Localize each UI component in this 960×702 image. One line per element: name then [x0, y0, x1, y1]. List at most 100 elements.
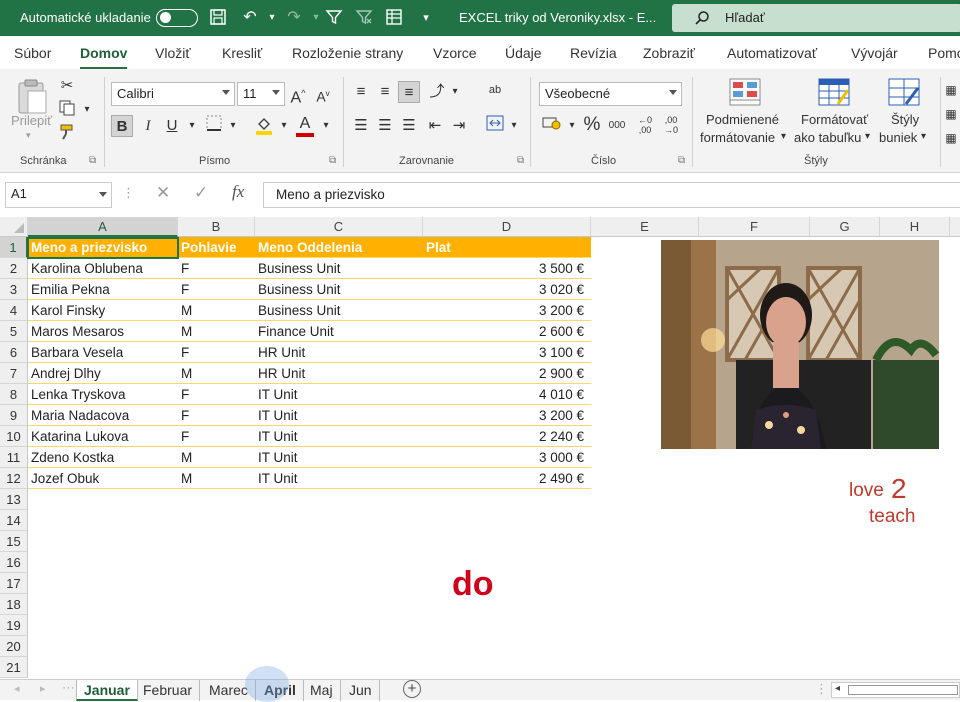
- table-cell[interactable]: Lenka Tryskova: [28, 384, 178, 405]
- row-header[interactable]: 9: [0, 405, 28, 426]
- format-as-table-label-2[interactable]: ako tabuľku: [794, 130, 861, 145]
- sheet-tab-februar[interactable]: Februar: [136, 680, 201, 701]
- table-cell[interactable]: IT Unit: [255, 468, 423, 489]
- row-header[interactable]: 7: [0, 363, 28, 384]
- align-middle-icon[interactable]: ≡: [374, 81, 396, 103]
- sheet-tab-jun[interactable]: Jun: [342, 680, 380, 701]
- table-cell[interactable]: F: [178, 279, 255, 300]
- col-header-d[interactable]: D: [423, 217, 591, 237]
- table-cell[interactable]: HR Unit: [255, 363, 423, 384]
- table-cell[interactable]: Maros Mesaros: [28, 321, 178, 342]
- row-header[interactable]: 4: [0, 300, 28, 321]
- tab-kreslit[interactable]: Kresliť: [222, 45, 262, 61]
- row-header[interactable]: 16: [0, 552, 28, 573]
- col-header-i[interactable]: [950, 217, 960, 237]
- format-as-table-icon[interactable]: [818, 78, 850, 109]
- number-format-select[interactable]: Všeobecné: [539, 82, 682, 106]
- col-header-b[interactable]: B: [178, 217, 255, 237]
- table-cell[interactable]: 3 000 €: [423, 447, 591, 468]
- cell-styles-icon[interactable]: [888, 78, 920, 109]
- formula-input[interactable]: Meno a priezvisko: [263, 182, 960, 208]
- fill-color-icon[interactable]: [253, 115, 275, 137]
- table-cell[interactable]: 3 200 €: [423, 300, 591, 321]
- tab-udaje[interactable]: Údaje: [505, 45, 542, 61]
- cancel-icon[interactable]: ✕: [156, 183, 170, 203]
- sheets-more-icon[interactable]: ⋯: [62, 680, 75, 696]
- clipboard-launcher-icon[interactable]: ⧉: [89, 155, 96, 166]
- table-header-cell[interactable]: Pohlavie: [178, 237, 255, 258]
- table-cell[interactable]: 3 200 €: [423, 405, 591, 426]
- table-cell[interactable]: 3 500 €: [423, 258, 591, 279]
- paste-dropdown-icon[interactable]: ▾: [26, 130, 31, 141]
- underline-dropdown-icon[interactable]: ▾: [181, 115, 203, 137]
- table-cell[interactable]: 2 600 €: [423, 321, 591, 342]
- row-header[interactable]: 18: [0, 594, 28, 615]
- save-icon[interactable]: [208, 8, 228, 28]
- copy-icon[interactable]: [56, 99, 78, 121]
- col-header-g[interactable]: G: [810, 217, 880, 237]
- scroll-left-icon[interactable]: ◂: [835, 683, 840, 694]
- table-cell[interactable]: Emilia Pekna: [28, 279, 178, 300]
- currency-icon[interactable]: [541, 115, 563, 137]
- paste-button[interactable]: [14, 77, 50, 114]
- table-cell[interactable]: 4 010 €: [423, 384, 591, 405]
- table-cell[interactable]: 3 020 €: [423, 279, 591, 300]
- table-cell[interactable]: Karol Finsky: [28, 300, 178, 321]
- thousands-button[interactable]: 000: [604, 115, 630, 137]
- align-top-icon[interactable]: ≡: [350, 81, 372, 103]
- table-header-cell[interactable]: Plat: [423, 237, 591, 258]
- sheet-tab-maj[interactable]: Maj: [303, 680, 341, 701]
- underline-button[interactable]: U: [161, 115, 183, 137]
- row-header[interactable]: 8: [0, 384, 28, 405]
- table-cell[interactable]: F: [178, 342, 255, 363]
- conditional-formatting-label-1[interactable]: Podmienené: [706, 112, 779, 127]
- font-name-select[interactable]: Calibri: [111, 82, 235, 106]
- filter-icon[interactable]: [324, 8, 344, 28]
- col-header-a[interactable]: A: [28, 217, 178, 237]
- sheet-tab-januar[interactable]: Januar: [76, 680, 138, 701]
- undo-icon[interactable]: ↶: [240, 8, 260, 28]
- row-header[interactable]: 19: [0, 615, 28, 636]
- align-right-icon[interactable]: ☰: [398, 115, 420, 137]
- wrap-text-icon[interactable]: ab: [484, 79, 506, 101]
- table-cell[interactable]: F: [178, 405, 255, 426]
- select-all-corner[interactable]: [0, 217, 28, 237]
- row-header[interactable]: 5: [0, 321, 28, 342]
- table-cell[interactable]: Andrej Dlhy: [28, 363, 178, 384]
- decrease-decimal-icon[interactable]: ,00 →0: [660, 115, 682, 137]
- table-cell[interactable]: Zdeno Kostka: [28, 447, 178, 468]
- table-cell[interactable]: F: [178, 258, 255, 279]
- redo-dropdown-icon[interactable]: ▾: [306, 8, 326, 28]
- table-cell[interactable]: Karolina Oblubena: [28, 258, 178, 279]
- table-cell[interactable]: M: [178, 468, 255, 489]
- italic-button[interactable]: I: [137, 115, 159, 137]
- table-cell[interactable]: Business Unit: [255, 300, 423, 321]
- enter-icon[interactable]: ✓: [194, 183, 208, 203]
- tab-vyvojar[interactable]: Vývojár: [851, 45, 898, 61]
- autosave-toggle[interactable]: [156, 9, 198, 27]
- row-header[interactable]: 3: [0, 279, 28, 300]
- customize-toolbar-icon[interactable]: ▾: [416, 8, 436, 28]
- row-header[interactable]: 12: [0, 468, 28, 489]
- row-header[interactable]: 14: [0, 510, 28, 531]
- font-color-icon[interactable]: A: [294, 113, 316, 137]
- cell-styles-dropdown-icon[interactable]: ▾: [921, 131, 926, 142]
- row-header[interactable]: 11: [0, 447, 28, 468]
- tab-domov[interactable]: Domov: [80, 45, 128, 70]
- font-size-select[interactable]: 11: [237, 82, 285, 106]
- table-cell[interactable]: IT Unit: [255, 426, 423, 447]
- font-launcher-icon[interactable]: ⧉: [329, 155, 336, 166]
- table-cell[interactable]: Business Unit: [255, 258, 423, 279]
- row-header[interactable]: 10: [0, 426, 28, 447]
- tab-vlozit[interactable]: Vložiť: [155, 45, 191, 61]
- table-cell[interactable]: Finance Unit: [255, 321, 423, 342]
- row-header[interactable]: 20: [0, 636, 28, 657]
- cell-styles-label-2[interactable]: buniek: [879, 130, 917, 145]
- redo-icon[interactable]: ↷: [284, 8, 304, 28]
- table-cell[interactable]: Katarina Lukova: [28, 426, 178, 447]
- format-cells-icon[interactable]: ▦: [944, 127, 958, 149]
- col-header-h[interactable]: H: [880, 217, 950, 237]
- row-header[interactable]: 1: [0, 237, 28, 258]
- cut-icon[interactable]: ✂: [56, 75, 78, 97]
- row-header[interactable]: 2: [0, 258, 28, 279]
